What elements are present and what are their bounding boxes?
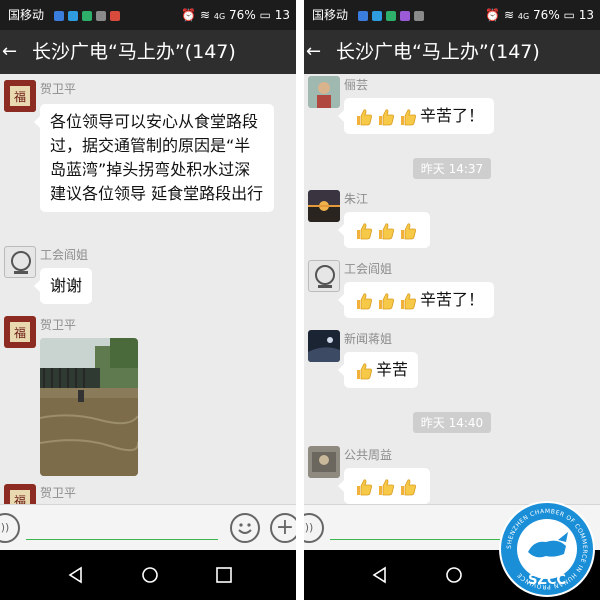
panel-divider bbox=[296, 0, 304, 600]
notification-icons bbox=[357, 0, 428, 30]
avatar[interactable] bbox=[308, 260, 340, 292]
message-input[interactable] bbox=[26, 539, 218, 540]
status-right: ⏰ ≋ 4G 76% ▭ 13 bbox=[485, 0, 594, 30]
message-input[interactable] bbox=[330, 539, 522, 540]
back-arrow-icon[interactable]: ← bbox=[306, 30, 321, 74]
message-text: 辛苦了！ bbox=[420, 106, 485, 125]
message-bubble[interactable]: 谢谢 bbox=[33, 268, 93, 304]
wifi-icon: ≋ bbox=[504, 8, 515, 22]
sender-name: 工会阎姐 bbox=[344, 262, 393, 276]
plus-icon[interactable]: + bbox=[270, 513, 296, 543]
alarm-icon: ⏰ bbox=[181, 8, 197, 22]
sender-name: 俪芸 bbox=[344, 78, 369, 92]
thumbs-up-icon bbox=[376, 221, 396, 241]
timestamp: 昨天 14:37 bbox=[412, 158, 492, 179]
szcc-logo: SHENZHEN CHAMBER OF COMMERCE IN HUNAN PR… bbox=[498, 500, 596, 598]
voice-icon[interactable]: )) bbox=[304, 513, 324, 543]
thumbs-up-group bbox=[354, 358, 376, 382]
battery-label: 76% bbox=[229, 8, 256, 22]
avatar[interactable] bbox=[308, 190, 340, 222]
message-text: 辛苦了！ bbox=[420, 290, 485, 309]
thumbs-up-group bbox=[354, 474, 420, 498]
thumbs-up-group bbox=[354, 218, 420, 242]
chat-header: ← 长沙广电“马上办”(147) bbox=[0, 30, 296, 74]
avatar[interactable]: 福 bbox=[4, 316, 36, 348]
sender-name: 贺卫平 bbox=[40, 318, 77, 332]
battery-icon: ▭ bbox=[259, 8, 271, 22]
signal-label: 4G bbox=[517, 12, 530, 21]
back-nav-icon[interactable] bbox=[370, 565, 390, 585]
carrier-label: 国移动 bbox=[312, 8, 349, 22]
carrier-label: 国移动 bbox=[8, 8, 45, 22]
avatar[interactable] bbox=[308, 330, 340, 362]
clock-label: 13 bbox=[578, 8, 594, 22]
voice-icon[interactable]: )) bbox=[0, 513, 20, 543]
thumbs-up-group bbox=[354, 104, 420, 128]
sender-name: 新闻蒋姐 bbox=[344, 332, 393, 346]
thumbs-up-icon bbox=[354, 361, 374, 381]
avatar[interactable]: 福 bbox=[4, 80, 36, 112]
alarm-icon: ⏰ bbox=[485, 8, 501, 22]
chat-title: 长沙广电“马上办”(147) bbox=[32, 41, 236, 63]
battery-label: 76% bbox=[533, 8, 560, 22]
thumbs-up-icon bbox=[398, 221, 418, 241]
message-list[interactable]: 福 贺卫平 各位领导可以安心从食堂路段过，据交通管制的原因是“半岛蓝湾”掉头拐弯… bbox=[0, 74, 296, 504]
svg-text:福: 福 bbox=[14, 89, 26, 104]
notification-icons bbox=[53, 0, 124, 30]
thumbs-up-icon bbox=[354, 291, 374, 311]
thumbs-up-icon bbox=[376, 291, 396, 311]
svg-text:福: 福 bbox=[14, 325, 26, 340]
message-text: 辛苦 bbox=[376, 360, 409, 379]
svg-text:福: 福 bbox=[14, 493, 26, 504]
message-bubble[interactable]: 辛苦了！ bbox=[337, 98, 495, 134]
sender-name: 朱江 bbox=[344, 192, 369, 206]
sender-name: 工会阎姐 bbox=[40, 248, 89, 262]
time-divider: 昨天 14:40 bbox=[304, 412, 600, 433]
emoji-icon[interactable] bbox=[230, 513, 260, 543]
thumbs-up-icon bbox=[398, 477, 418, 497]
avatar[interactable] bbox=[308, 446, 340, 478]
input-bar: )) + bbox=[0, 504, 296, 550]
thumbs-up-group bbox=[354, 288, 420, 312]
message-bubble[interactable] bbox=[338, 468, 430, 504]
sender-name: 贺卫平 bbox=[40, 486, 77, 500]
avatar[interactable] bbox=[308, 76, 340, 108]
message-bubble[interactable]: 辛苦了！ bbox=[337, 282, 495, 318]
battery-icon: ▭ bbox=[563, 8, 575, 22]
message-bubble[interactable] bbox=[338, 212, 430, 248]
left-chat-screen: 国移动 ⏰ ≋ 4G 76% ▭ 13 ← 长沙广电“马上办”(147) 福 贺… bbox=[0, 0, 296, 600]
avatar[interactable] bbox=[4, 246, 36, 278]
status-bar: 国移动 ⏰ ≋ 4G 76% ▭ 13 bbox=[304, 0, 600, 30]
status-right: ⏰ ≋ 4G 76% ▭ 13 bbox=[181, 0, 290, 30]
sender-name: 贺卫平 bbox=[40, 82, 77, 96]
android-nav-bar bbox=[0, 550, 296, 600]
message-bubble[interactable]: 各位领导可以安心从食堂路段过，据交通管制的原因是“半岛蓝湾”掉头拐弯处积水过深 … bbox=[34, 104, 274, 212]
thumbs-up-icon bbox=[398, 291, 418, 311]
thumbs-up-icon bbox=[376, 477, 396, 497]
back-nav-icon[interactable] bbox=[66, 565, 86, 585]
thumbs-up-icon bbox=[354, 477, 374, 497]
wifi-icon: ≋ bbox=[200, 8, 211, 22]
thumbs-up-icon bbox=[376, 107, 396, 127]
back-arrow-icon[interactable]: ← bbox=[2, 30, 17, 74]
message-list[interactable]: 俪芸 辛苦了！ 昨天 14:37 朱江 工会阎姐 辛苦了！ 新闻蒋姐 辛苦 昨天… bbox=[304, 74, 600, 504]
thumbs-up-icon bbox=[354, 221, 374, 241]
time-divider: 昨天 14:37 bbox=[304, 158, 600, 179]
svg-text:SZCC: SZCC bbox=[528, 573, 566, 588]
signal-label: 4G bbox=[213, 12, 226, 21]
recents-nav-icon[interactable] bbox=[214, 565, 234, 585]
timestamp: 昨天 14:40 bbox=[412, 412, 492, 433]
home-nav-icon[interactable] bbox=[444, 565, 464, 585]
thumbs-up-icon bbox=[398, 107, 418, 127]
chat-header: ← 长沙广电“马上办”(147) bbox=[304, 30, 600, 74]
thumbs-up-icon bbox=[354, 107, 374, 127]
message-bubble[interactable]: 辛苦 bbox=[337, 352, 419, 388]
flood-photo[interactable] bbox=[40, 338, 138, 476]
home-nav-icon[interactable] bbox=[140, 565, 160, 585]
chat-title: 长沙广电“马上办”(147) bbox=[336, 41, 540, 63]
clock-label: 13 bbox=[274, 8, 290, 22]
status-bar: 国移动 ⏰ ≋ 4G 76% ▭ 13 bbox=[0, 0, 296, 30]
avatar[interactable]: 福 bbox=[4, 484, 36, 504]
sender-name: 公共周益 bbox=[344, 448, 393, 462]
